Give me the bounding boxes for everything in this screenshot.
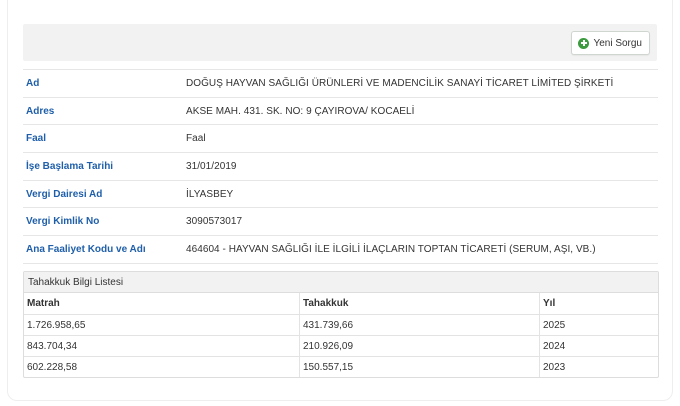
column-header-base: Matrah <box>24 293 300 315</box>
info-value: 464604 - HAYVAN SAĞLIĞI İLE İLGİLİ İLAÇL… <box>186 243 596 255</box>
info-label: Vergi Kimlik No <box>26 216 100 228</box>
table-cell: 843.704,34 <box>24 335 300 357</box>
info-label: Faal <box>26 133 47 145</box>
info-row-status: Faal Faal <box>23 125 658 154</box>
info-value: AKSE MAH. 431. SK. NO: 9 ÇAYIROVA/ KOCAE… <box>186 105 415 117</box>
info-value: DOĞUŞ HAYVAN SAĞLIĞI ÜRÜNLERİ VE MADENCİ… <box>186 77 614 89</box>
table-header-row: Matrah Tahakkuk Yıl <box>24 293 658 315</box>
new-query-label: Yeni Sorgu <box>593 37 642 49</box>
table-cell: 150.557,15 <box>299 356 540 377</box>
info-value: 31/01/2019 <box>186 160 237 172</box>
column-header-accrual: Tahakkuk <box>299 293 540 315</box>
column-header-year: Yıl <box>539 293 658 315</box>
info-row-tax-office: Vergi Dairesi Ad İLYASBEY <box>23 181 658 209</box>
table-row: 843.704,34 210.926,09 2024 <box>24 335 658 357</box>
query-toolbar: Yeni Sorgu <box>23 24 657 61</box>
info-row-name: Ad DOĞUŞ HAYVAN SAĞLIĞI ÜRÜNLERİ VE MADE… <box>23 69 658 98</box>
accrual-table: Matrah Tahakkuk Yıl 1.726.958,65 431.739… <box>24 293 658 377</box>
table-cell: 2025 <box>539 314 658 336</box>
info-label: İşe Başlama Tarihi <box>26 160 114 172</box>
table-cell: 210.926,09 <box>299 335 540 357</box>
info-label: Adres <box>26 105 55 117</box>
info-label: Ad <box>26 77 40 89</box>
table-cell: 2024 <box>539 335 658 357</box>
accrual-panel: Tahakkuk Bilgi Listesi Matrah Tahakkuk Y… <box>23 271 659 378</box>
table-row: 1.726.958,65 431.739,66 2025 <box>24 314 658 336</box>
info-value: 3090573017 <box>186 216 243 228</box>
panel-title: Tahakkuk Bilgi Listesi <box>24 272 658 293</box>
info-value: İLYASBEY <box>186 188 234 200</box>
company-info-list: Ad DOĞUŞ HAYVAN SAĞLIĞI ÜRÜNLERİ VE MADE… <box>23 69 658 264</box>
info-row-address: Adres AKSE MAH. 431. SK. NO: 9 ÇAYIROVA/… <box>23 98 658 126</box>
new-query-button[interactable]: Yeni Sorgu <box>571 31 650 55</box>
table-cell: 602.228,58 <box>27 361 78 373</box>
info-row-tax-id: Vergi Kimlik No 3090573017 <box>23 208 658 237</box>
info-row-activity-code: Ana Faaliyet Kodu ve Adı 464604 - HAYVAN… <box>23 236 658 264</box>
info-label: Vergi Dairesi Ad <box>26 188 103 200</box>
plus-circle-icon <box>578 37 590 49</box>
info-label: Ana Faaliyet Kodu ve Adı <box>26 243 146 255</box>
info-row-start-date: İşe Başlama Tarihi 31/01/2019 <box>23 153 658 181</box>
table-row: 602.228,58 150.557,15 2023 <box>24 356 658 377</box>
table-cell: 1.726.958,65 <box>24 314 300 336</box>
table-cell: 2023 <box>539 356 658 377</box>
info-value: Faal <box>186 133 206 145</box>
table-cell: 431.739,66 <box>299 314 540 336</box>
